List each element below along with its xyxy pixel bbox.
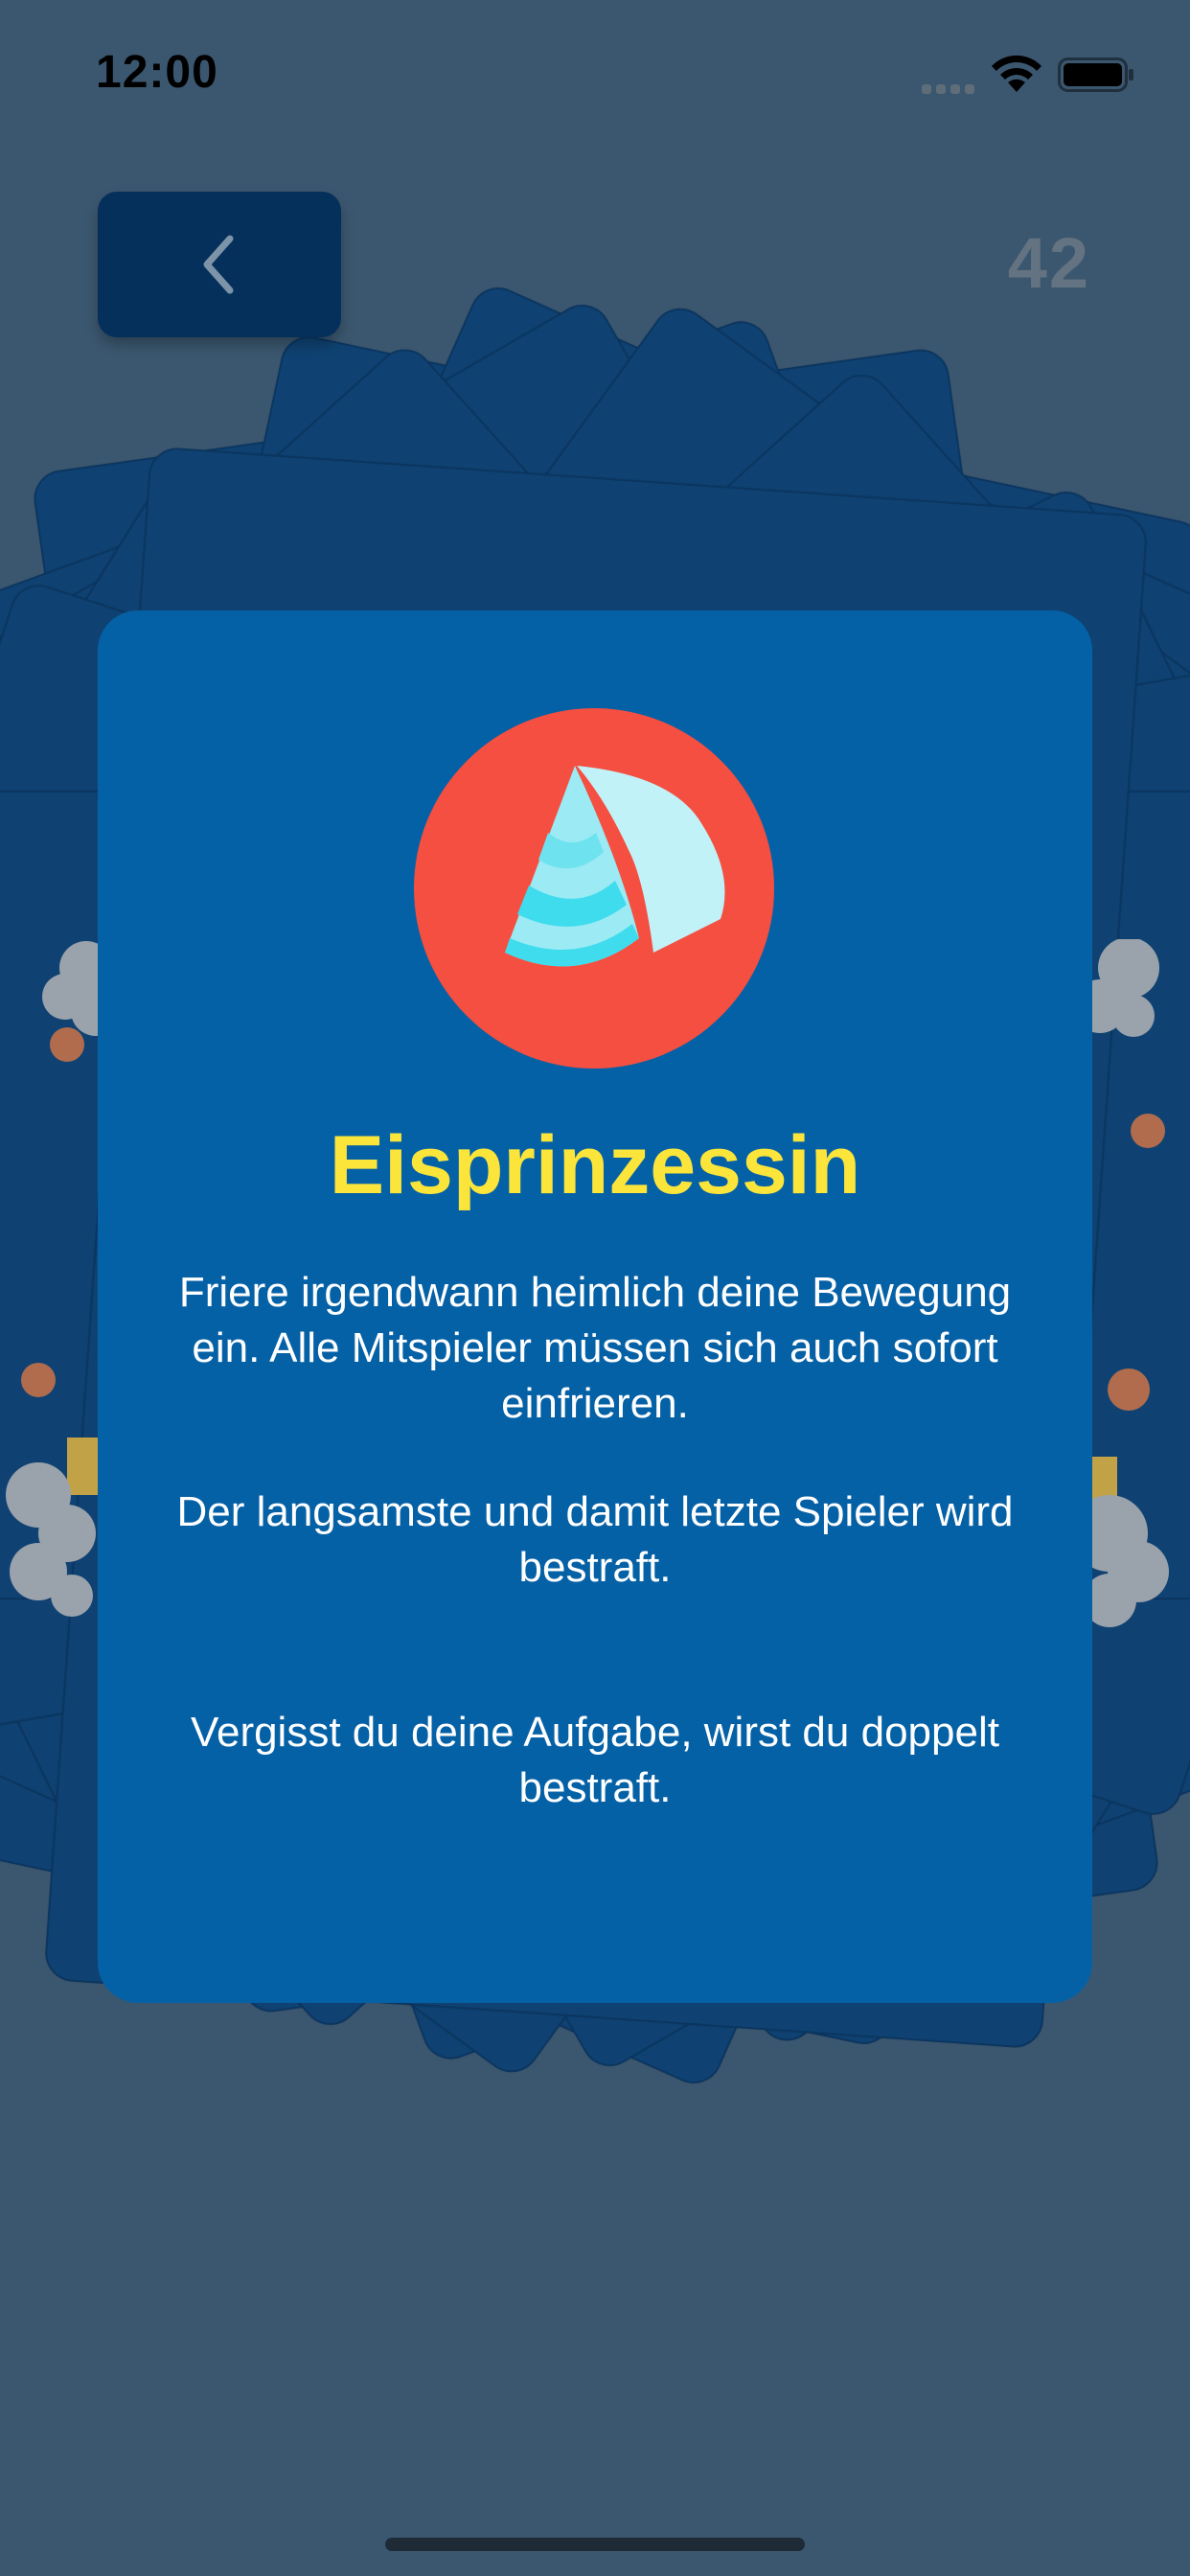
wifi-icon: [992, 55, 1041, 92]
chevron-left-icon: [203, 235, 234, 294]
screen: 12:00 42 Eisprinzessin Friere irgendwann…: [0, 0, 1190, 2576]
card-paragraph-1: Friere irgendwann heimlich deine Bewegun…: [178, 1269, 1012, 1427]
status-time: 12:00: [96, 47, 218, 98]
card-counter: 42: [1007, 223, 1090, 303]
cellular-signal-icon: [922, 84, 975, 94]
home-indicator[interactable]: [385, 2538, 805, 2551]
back-button[interactable]: [98, 192, 341, 337]
cloud-illustration-left-lower: [6, 1363, 105, 1617]
card-title: Eisprinzessin: [329, 1119, 861, 1211]
battery-icon: [1058, 58, 1133, 92]
status-bar: 12:00: [0, 0, 1190, 134]
ice-crystal-icon: [414, 708, 774, 1069]
cloud-illustration-right: [1090, 939, 1165, 1148]
card-paragraph-3: Vergisst du deine Aufgabe, wirst du dopp…: [191, 1709, 999, 1811]
cloud-illustration-right-lower: [1090, 1368, 1169, 1627]
task-card[interactable]: Eisprinzessin Friere irgendwann heimlich…: [98, 610, 1092, 2003]
card-paragraph-2: Der langsamste und damit letzte Spieler …: [176, 1488, 1014, 1591]
